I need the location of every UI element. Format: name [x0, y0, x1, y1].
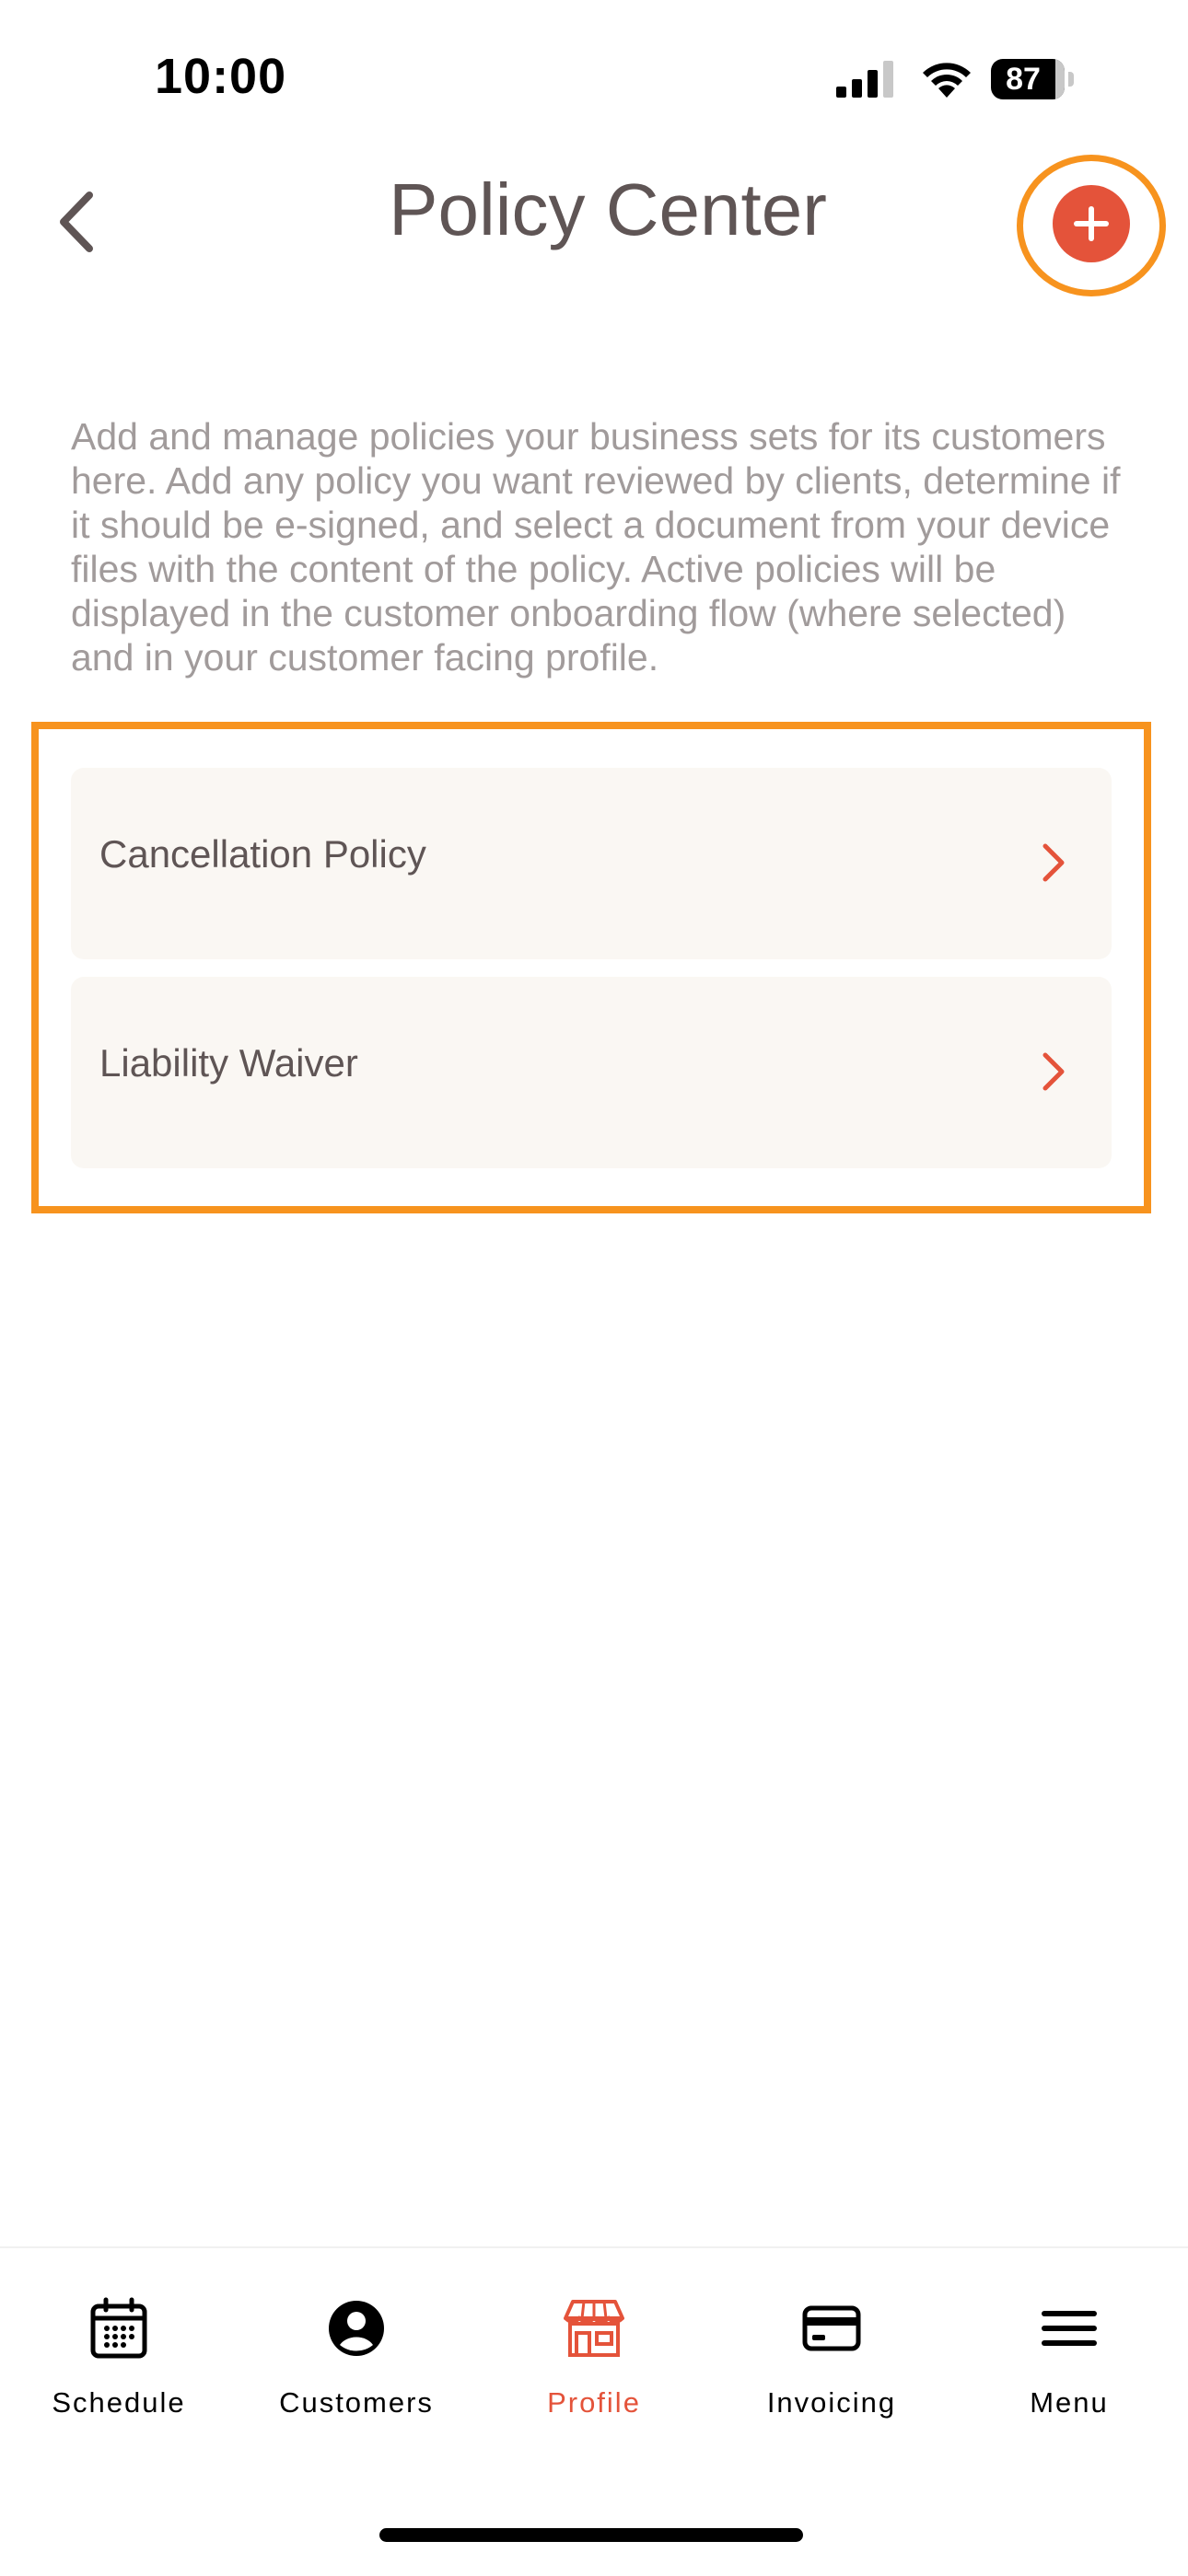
credit-card-icon	[802, 2305, 861, 2351]
policy-label: Liability Waiver	[99, 1041, 358, 1085]
policy-label: Cancellation Policy	[99, 832, 426, 876]
battery-indicator: 87	[991, 59, 1076, 99]
policy-center-description: Add and manage policies your business se…	[71, 415, 1121, 679]
bottom-tab-bar: Schedule Customers Profile Invoicing Men…	[0, 2246, 1188, 2576]
calendar-icon	[90, 2297, 147, 2359]
chevron-left-icon	[60, 191, 93, 252]
tab-label: Menu	[1030, 2386, 1109, 2419]
tab-label: Profile	[547, 2386, 641, 2419]
user-circle-icon	[329, 2301, 384, 2356]
chevron-right-icon	[1042, 1052, 1065, 1091]
status-bar: 10:00 87	[0, 0, 1188, 157]
page-title: Policy Center	[389, 168, 827, 250]
tab-label: Invoicing	[766, 2386, 897, 2419]
tab-label: Customers	[279, 2386, 434, 2419]
storefront-icon	[564, 2300, 624, 2357]
add-policy-button[interactable]	[1053, 185, 1130, 262]
status-time: 10:00	[155, 49, 287, 104]
battery-icon: 87	[991, 59, 1065, 99]
battery-empty-portion	[1055, 59, 1065, 99]
plus-icon	[1074, 206, 1109, 241]
tab-profile[interactable]: Profile	[475, 2248, 713, 2451]
hamburger-menu-icon	[1042, 2311, 1097, 2346]
back-button[interactable]	[41, 180, 114, 263]
tab-label: Schedule	[52, 2386, 186, 2419]
wifi-icon	[923, 63, 971, 98]
home-indicator[interactable]	[379, 2528, 803, 2542]
tab-menu[interactable]: Menu	[950, 2248, 1188, 2451]
cellular-signal-icon	[836, 61, 893, 98]
tab-invoicing[interactable]: Invoicing	[713, 2248, 950, 2451]
tab-schedule[interactable]: Schedule	[0, 2248, 238, 2451]
policy-list-item[interactable]: Liability Waiver	[71, 977, 1112, 1168]
battery-cap	[1068, 72, 1074, 87]
policy-list-item[interactable]: Cancellation Policy	[71, 768, 1112, 959]
tab-customers[interactable]: Customers	[238, 2248, 475, 2451]
chevron-right-icon	[1042, 843, 1065, 882]
battery-level: 87	[1006, 62, 1041, 97]
